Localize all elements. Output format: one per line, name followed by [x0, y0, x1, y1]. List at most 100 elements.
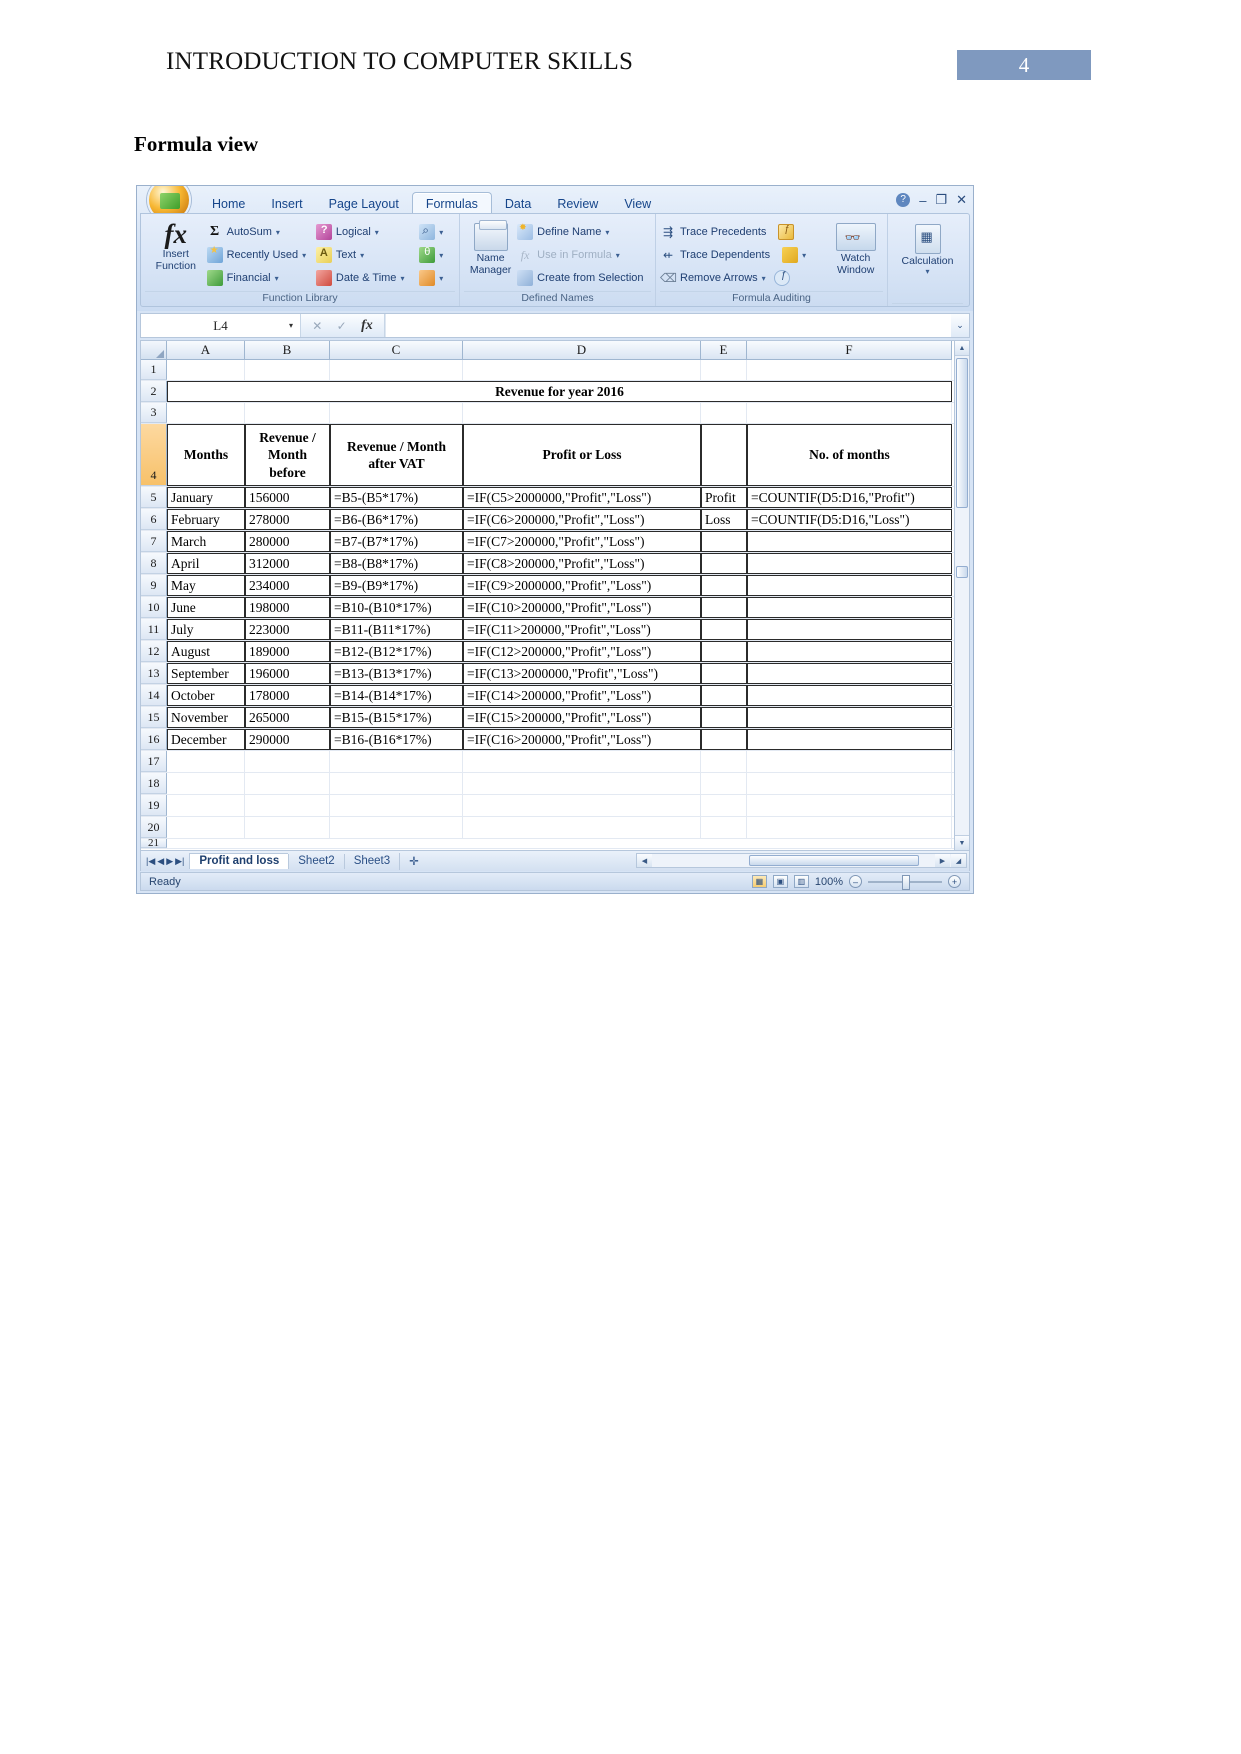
insert-function-icon[interactable]: fx — [361, 318, 373, 334]
cell-c10[interactable]: =B10-(B10*17%) — [330, 597, 463, 618]
financial-button[interactable]: Financial ▾ — [207, 267, 316, 289]
cell-b20[interactable] — [245, 817, 330, 838]
column-header-a[interactable]: A — [167, 341, 245, 360]
zoom-out-icon[interactable]: – — [849, 875, 862, 888]
calculation-button[interactable]: Calculation ▾ — [892, 217, 963, 276]
cell-f18[interactable] — [747, 773, 952, 794]
cell-b16[interactable]: 290000 — [245, 729, 330, 750]
vertical-scrollbar[interactable]: ▲ ▼ — [954, 341, 969, 850]
cell-d4-profit-or-loss[interactable]: Profit or Loss — [463, 424, 701, 486]
row-header-5[interactable]: 5 — [141, 487, 167, 508]
chevron-down-icon[interactable]: ▾ — [289, 321, 293, 330]
cell-b8[interactable]: 312000 — [245, 553, 330, 574]
cell-a15[interactable]: November — [167, 707, 245, 728]
cell-c8[interactable]: =B8-(B8*17%) — [330, 553, 463, 574]
cell-d13[interactable]: =IF(C13>2000000,"Profit","Loss") — [463, 663, 701, 684]
cell-a7[interactable]: March — [167, 531, 245, 552]
view-page-layout-icon[interactable]: ▣ — [773, 875, 788, 888]
cancel-formula-icon[interactable]: ✕ — [312, 319, 322, 333]
cell-c16[interactable]: =B16-(B16*17%) — [330, 729, 463, 750]
column-header-e[interactable]: E — [701, 341, 747, 360]
cell-e6[interactable]: Loss — [701, 509, 747, 530]
sheet-tab-sheet2[interactable]: Sheet2 — [288, 854, 343, 869]
cell-b3[interactable] — [245, 403, 330, 423]
resize-grip-icon[interactable]: ◢ — [951, 854, 966, 867]
more-functions-button[interactable]: ▾ — [419, 267, 455, 289]
cell-d14[interactable]: =IF(C14>200000,"Profit","Loss") — [463, 685, 701, 706]
cell-f16[interactable] — [747, 729, 952, 750]
use-in-formula-button[interactable]: fx Use in Formula ▾ — [517, 244, 651, 266]
cell-e16[interactable] — [701, 729, 747, 750]
cell-b18[interactable] — [245, 773, 330, 794]
recently-used-button[interactable]: Recently Used ▾ — [207, 244, 316, 266]
name-manager-button[interactable]: Name Manager — [464, 217, 517, 276]
cell-f17[interactable] — [747, 751, 952, 772]
cell-d12[interactable]: =IF(C12>200000,"Profit","Loss") — [463, 641, 701, 662]
scroll-down-icon[interactable]: ▼ — [955, 835, 969, 850]
cell-c18[interactable] — [330, 773, 463, 794]
cell-b14[interactable]: 178000 — [245, 685, 330, 706]
cell-a11[interactable]: July — [167, 619, 245, 640]
cell-e13[interactable] — [701, 663, 747, 684]
cell-f13[interactable] — [747, 663, 952, 684]
cell-a5[interactable]: January — [167, 487, 245, 508]
view-page-break-icon[interactable]: ▥ — [794, 875, 809, 888]
cell-f4-no-of-months[interactable]: No. of months — [747, 424, 952, 486]
cell-f5[interactable]: =COUNTIF(D5:D16,"Profit") — [747, 487, 952, 508]
scroll-up-icon[interactable]: ▲ — [955, 341, 969, 356]
cell-d18[interactable] — [463, 773, 701, 794]
cell-e5[interactable]: Profit — [701, 487, 747, 508]
row-header-8[interactable]: 8 — [141, 553, 167, 574]
cell-d16[interactable]: =IF(C16>200000,"Profit","Loss") — [463, 729, 701, 750]
cell-b4-revenue-before[interactable]: Revenue / Month before — [245, 424, 330, 486]
row-header-19[interactable]: 19 — [141, 795, 167, 816]
name-box[interactable]: L4 ▾ — [141, 314, 301, 337]
help-icon[interactable]: ? — [896, 193, 910, 207]
cell-a9[interactable]: May — [167, 575, 245, 596]
close-icon[interactable]: ✕ — [956, 192, 967, 208]
math-trig-button[interactable]: ▾ — [419, 244, 455, 266]
expand-formula-bar-icon[interactable]: ⌄ — [951, 314, 969, 337]
cell-e15[interactable] — [701, 707, 747, 728]
cell-c7[interactable]: =B7-(B7*17%) — [330, 531, 463, 552]
cell-b12[interactable]: 189000 — [245, 641, 330, 662]
row-header-4[interactable]: 4 — [141, 424, 167, 486]
cell-b6[interactable]: 278000 — [245, 509, 330, 530]
cell-b9[interactable]: 234000 — [245, 575, 330, 596]
cell-a6[interactable]: February — [167, 509, 245, 530]
minimize-icon[interactable]: – — [919, 193, 926, 208]
cell-f1[interactable] — [747, 360, 952, 380]
scroll-right-icon[interactable]: ▶ — [935, 854, 950, 867]
row-header-15[interactable]: 15 — [141, 707, 167, 728]
row-header-3[interactable]: 3 — [141, 403, 167, 423]
cell-a14[interactable]: October — [167, 685, 245, 706]
row-header-16[interactable]: 16 — [141, 729, 167, 750]
cell-c12[interactable]: =B12-(B12*17%) — [330, 641, 463, 662]
cell-a13[interactable]: September — [167, 663, 245, 684]
cell-c20[interactable] — [330, 817, 463, 838]
horizontal-scrollbar[interactable]: ◀ ▶ ◢ — [636, 853, 967, 868]
cell-f19[interactable] — [747, 795, 952, 816]
cell-e11[interactable] — [701, 619, 747, 640]
cell-f11[interactable] — [747, 619, 952, 640]
watch-window-button[interactable]: Watch Window — [828, 217, 883, 276]
cell-d8[interactable]: =IF(C8>200000,"Profit","Loss") — [463, 553, 701, 574]
cell-e4[interactable] — [701, 424, 747, 486]
cell-d19[interactable] — [463, 795, 701, 816]
row-header-2[interactable]: 2 — [141, 381, 167, 402]
trace-precedents-button[interactable]: ⇶ Trace Precedents — [660, 221, 828, 243]
row-header-9[interactable]: 9 — [141, 575, 167, 596]
cell-a19[interactable] — [167, 795, 245, 816]
cell-b17[interactable] — [245, 751, 330, 772]
cell-f20[interactable] — [747, 817, 952, 838]
row-header-7[interactable]: 7 — [141, 531, 167, 552]
zoom-slider[interactable] — [868, 875, 942, 888]
logical-button[interactable]: Logical ▾ — [316, 221, 419, 243]
cell-e8[interactable] — [701, 553, 747, 574]
cell-f8[interactable] — [747, 553, 952, 574]
cell-a20[interactable] — [167, 817, 245, 838]
cell-b1[interactable] — [245, 360, 330, 380]
sheet-tab-profit-and-loss[interactable]: Profit and loss — [189, 853, 288, 869]
cell-a3[interactable] — [167, 403, 245, 423]
cell-f15[interactable] — [747, 707, 952, 728]
